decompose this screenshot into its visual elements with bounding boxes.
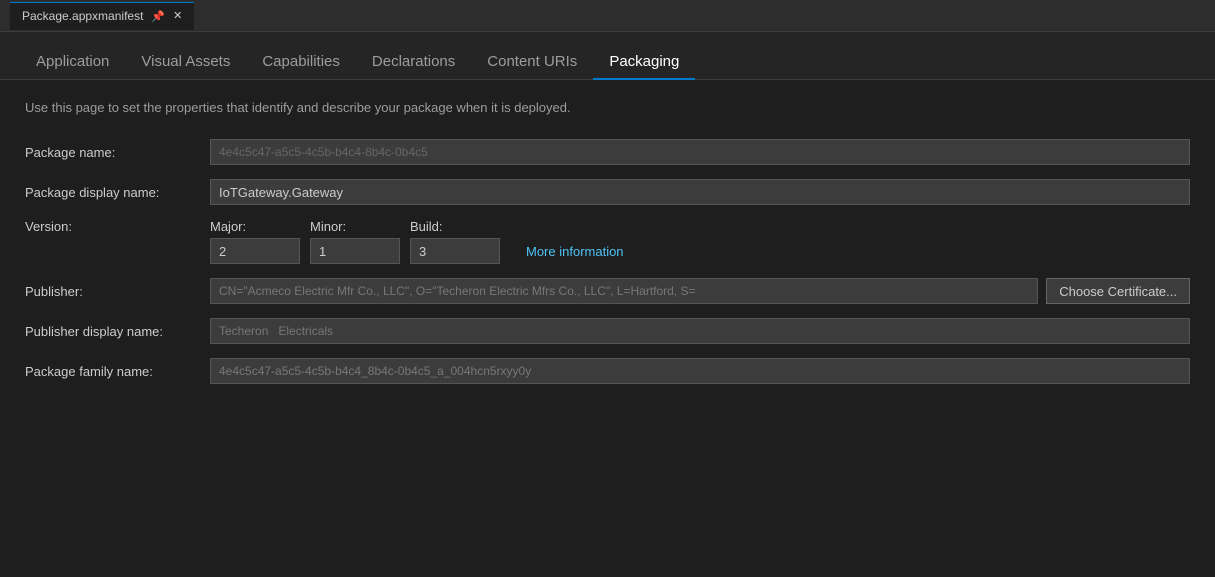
tab-declarations[interactable]: Declarations bbox=[356, 45, 471, 80]
close-tab-button[interactable]: ✕ bbox=[173, 11, 182, 22]
version-labels-row: Version: Major: Minor: Build: bbox=[25, 219, 1190, 234]
page-description: Use this page to set the properties that… bbox=[25, 100, 1190, 115]
build-input[interactable] bbox=[410, 238, 500, 264]
more-info-link[interactable]: More information bbox=[526, 244, 624, 259]
file-tab[interactable]: Package.appxmanifest 📌 ✕ bbox=[10, 2, 194, 30]
package-family-name-row: Package family name: bbox=[25, 358, 1190, 384]
tab-content-uris[interactable]: Content URIs bbox=[471, 45, 593, 80]
version-section: Version: Major: Minor: Build: More infor… bbox=[25, 219, 1190, 264]
choose-certificate-button[interactable]: Choose Certificate... bbox=[1046, 278, 1190, 304]
publisher-input-area: Choose Certificate... bbox=[210, 278, 1190, 304]
tab-bar: Application Visual Assets Capabilities D… bbox=[0, 32, 1215, 80]
build-label: Build: bbox=[410, 219, 500, 234]
version-inputs: More information bbox=[210, 238, 624, 264]
package-name-input[interactable] bbox=[210, 139, 1190, 165]
version-label-offset: Version: bbox=[25, 219, 210, 234]
package-display-name-row: Package display name: bbox=[25, 179, 1190, 205]
title-bar: Package.appxmanifest 📌 ✕ bbox=[0, 0, 1215, 32]
package-family-name-label: Package family name: bbox=[25, 364, 210, 379]
publisher-row: Publisher: Choose Certificate... bbox=[25, 278, 1190, 304]
major-label: Major: bbox=[210, 219, 300, 234]
publisher-display-name-input[interactable] bbox=[210, 318, 1190, 344]
publisher-display-name-row: Publisher display name: bbox=[25, 318, 1190, 344]
minor-input[interactable] bbox=[310, 238, 400, 264]
pin-icon: 📌 bbox=[151, 10, 165, 23]
version-inputs-row: More information bbox=[25, 238, 1190, 264]
tab-visual-assets[interactable]: Visual Assets bbox=[125, 45, 246, 80]
content-area: Use this page to set the properties that… bbox=[0, 80, 1215, 418]
publisher-display-name-label: Publisher display name: bbox=[25, 324, 210, 339]
package-family-name-input[interactable] bbox=[210, 358, 1190, 384]
package-name-row: Package name: bbox=[25, 139, 1190, 165]
major-input[interactable] bbox=[210, 238, 300, 264]
file-tab-label: Package.appxmanifest bbox=[22, 9, 143, 23]
version-label: Version: bbox=[25, 219, 72, 234]
tab-capabilities[interactable]: Capabilities bbox=[246, 45, 356, 80]
package-display-name-label: Package display name: bbox=[25, 185, 210, 200]
package-display-name-input[interactable] bbox=[210, 179, 1190, 205]
minor-label: Minor: bbox=[310, 219, 400, 234]
publisher-label: Publisher: bbox=[25, 284, 210, 299]
package-name-label: Package name: bbox=[25, 145, 210, 160]
tab-application[interactable]: Application bbox=[20, 45, 125, 80]
version-sub-labels: Major: Minor: Build: bbox=[210, 219, 500, 234]
publisher-input[interactable] bbox=[210, 278, 1038, 304]
tab-packaging[interactable]: Packaging bbox=[593, 45, 695, 80]
